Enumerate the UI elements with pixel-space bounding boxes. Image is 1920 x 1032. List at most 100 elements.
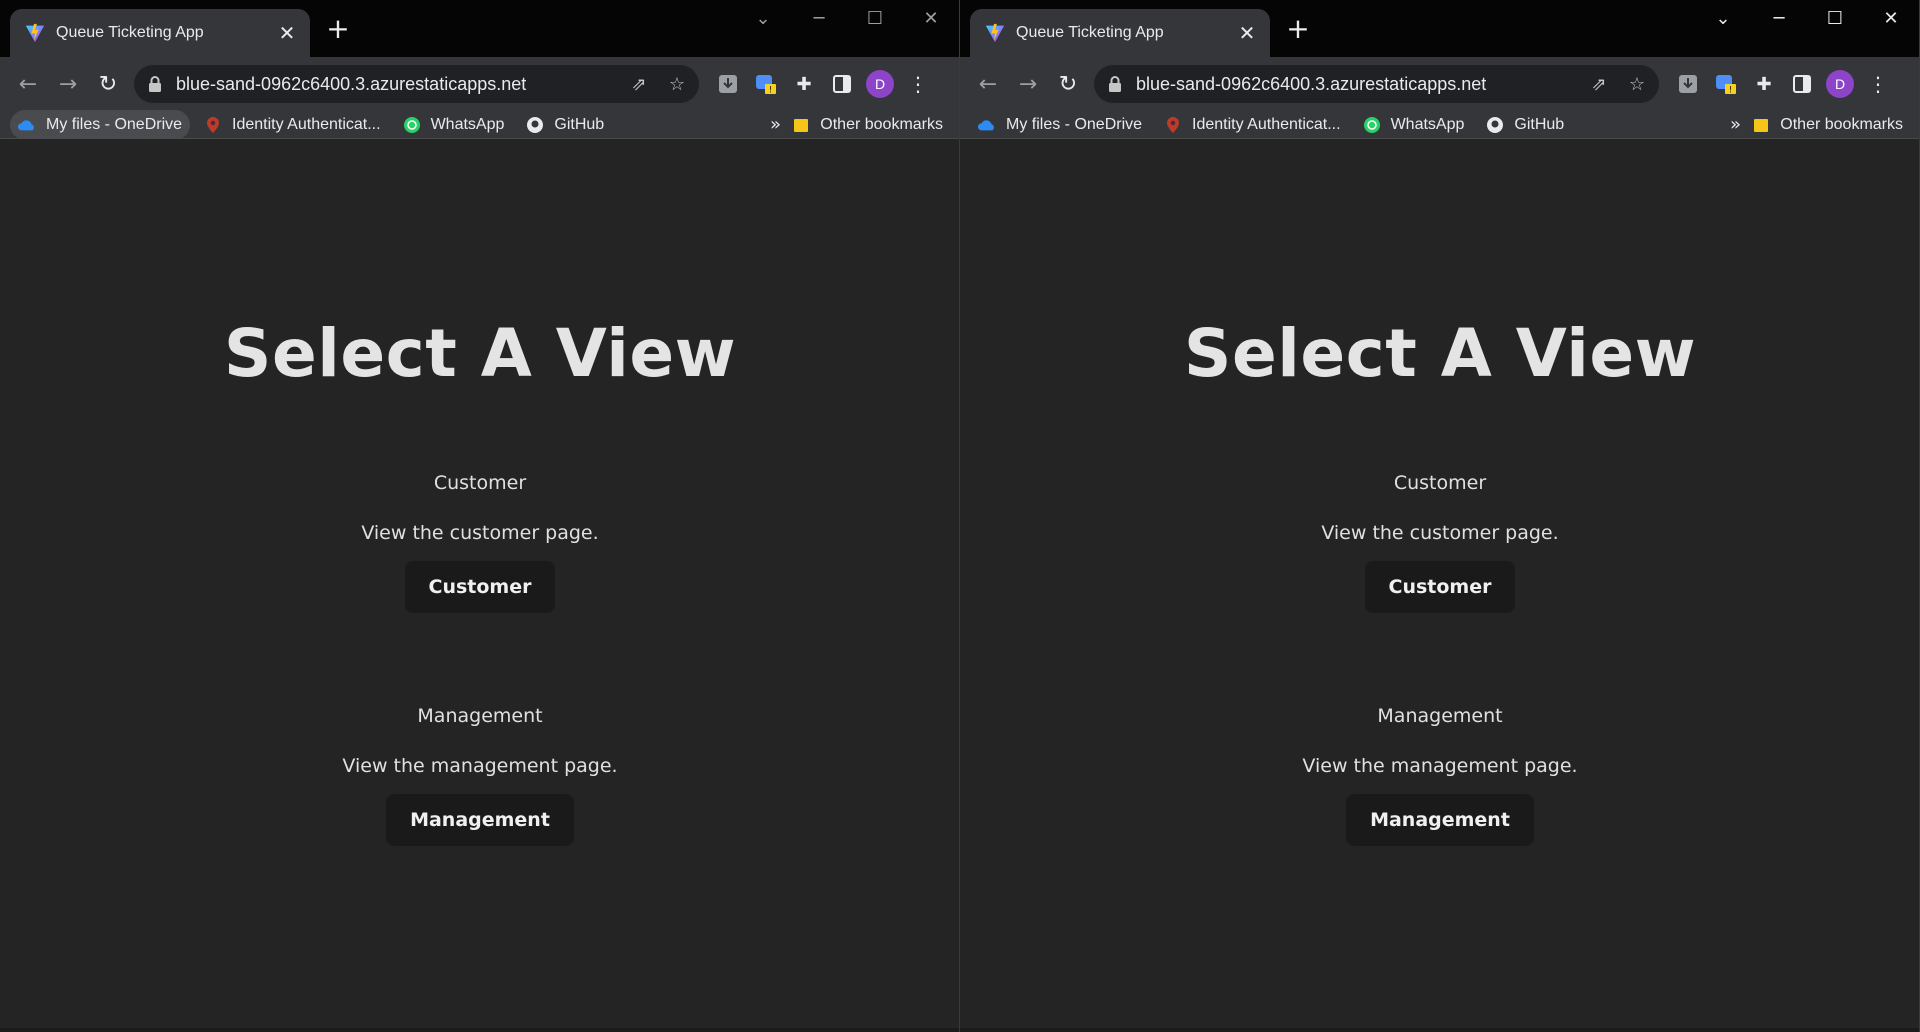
maximize-icon[interactable]: ☐: [847, 0, 903, 36]
share-icon[interactable]: ⇗: [1587, 72, 1611, 96]
bookmark-whatsapp[interactable]: WhatsApp: [1355, 110, 1473, 140]
tab-close-icon[interactable]: ✕: [276, 21, 298, 45]
customer-section: Customer View the customer page. Custome…: [960, 472, 1919, 613]
address-bar[interactable]: blue-sand-0962c6400.3.azurestaticapps.ne…: [134, 65, 699, 103]
bookmark-label: GitHub: [554, 115, 605, 133]
section-description: View the management page.: [342, 755, 618, 777]
window-controls: ⌄ ─ ☐ ✕: [735, 0, 959, 36]
whatsapp-icon: [403, 116, 421, 134]
customer-section: Customer View the customer page. Custome…: [0, 472, 959, 613]
extension-translate-icon[interactable]: !: [1712, 70, 1740, 98]
section-heading: Management: [417, 705, 543, 727]
bookmark-label: Identity Authenticat...: [1192, 115, 1341, 133]
bookmark-star-icon[interactable]: ☆: [1625, 72, 1649, 96]
kebab-menu-icon[interactable]: ⋮: [1864, 70, 1892, 98]
page-content: Select A View Customer View the customer…: [0, 139, 959, 1032]
tab-close-icon[interactable]: ✕: [1236, 21, 1258, 45]
github-icon: [526, 116, 544, 134]
profile-avatar[interactable]: D: [1826, 70, 1854, 98]
vite-logo-icon: [25, 23, 45, 43]
bookmarks-bar: My files - OneDrive Identity Authenticat…: [0, 109, 959, 140]
other-bookmarks[interactable]: Other bookmarks: [1744, 110, 1911, 140]
profile-avatar[interactable]: D: [866, 70, 894, 98]
minimize-icon[interactable]: ─: [1751, 0, 1807, 36]
url-text: blue-sand-0962c6400.3.azurestaticapps.ne…: [176, 73, 527, 94]
bookmark-label: My files - OneDrive: [46, 115, 183, 133]
bookmark-star-icon[interactable]: ☆: [665, 72, 689, 96]
close-window-icon[interactable]: ✕: [903, 0, 959, 36]
tab-search-icon[interactable]: ⌄: [735, 0, 791, 36]
address-bar[interactable]: blue-sand-0962c6400.3.azurestaticapps.ne…: [1094, 65, 1659, 103]
whatsapp-icon: [1363, 116, 1381, 134]
extension-download-icon[interactable]: [714, 70, 742, 98]
back-arrow-icon[interactable]: ←: [970, 66, 1006, 102]
bookmarks-overflow-icon[interactable]: »: [1730, 114, 1741, 135]
close-window-icon[interactable]: ✕: [1863, 0, 1919, 36]
tab-title: Queue Ticketing App: [1016, 24, 1164, 41]
back-arrow-icon[interactable]: ←: [10, 66, 46, 102]
bookmark-whatsapp[interactable]: WhatsApp: [395, 110, 513, 140]
tab-queue-ticketing[interactable]: Queue Ticketing App ✕: [970, 9, 1270, 57]
page-content: Select A View Customer View the customer…: [960, 139, 1919, 1032]
bookmark-github[interactable]: GitHub: [1478, 110, 1572, 140]
reload-icon[interactable]: ↻: [90, 66, 126, 102]
new-tab-button[interactable]: +: [1282, 14, 1314, 46]
tab-queue-ticketing[interactable]: Queue Ticketing App ✕: [10, 9, 310, 57]
puzzle-extensions-icon[interactable]: ✚: [1750, 70, 1778, 98]
onedrive-icon: [18, 116, 36, 134]
tab-strip: Queue Ticketing App ✕ + ⌄ ─ ☐ ✕: [0, 0, 959, 57]
bookmark-identity[interactable]: Identity Authenticat...: [196, 110, 389, 140]
bookmark-onedrive[interactable]: My files - OneDrive: [970, 110, 1150, 140]
section-heading: Customer: [433, 472, 527, 494]
extension-badge: !: [769, 86, 773, 96]
share-icon[interactable]: ⇗: [627, 72, 651, 96]
lock-icon: [1109, 76, 1121, 92]
bookmarks-bar: My files - OneDrive Identity Authenticat…: [960, 111, 1919, 139]
browser-window-left: Queue Ticketing App ✕ + ⌄ ─ ☐ ✕ ← → ↻ bl…: [0, 0, 960, 1032]
bookmark-github[interactable]: GitHub: [518, 110, 612, 140]
other-bookmarks-label: Other bookmarks: [820, 115, 943, 133]
browser-window-right: Queue Ticketing App ✕ + ⌄ ─ ☐ ✕ ← → ↻ bl…: [960, 0, 1920, 1032]
taskbar-edge: [0, 1028, 959, 1032]
forward-arrow-icon[interactable]: →: [50, 66, 86, 102]
forward-arrow-icon[interactable]: →: [1010, 66, 1046, 102]
bookmark-identity[interactable]: Identity Authenticat...: [1156, 110, 1349, 140]
tab-search-icon[interactable]: ⌄: [1695, 0, 1751, 36]
onedrive-icon: [978, 116, 996, 134]
management-button[interactable]: Management: [386, 794, 574, 846]
customer-button[interactable]: Customer: [404, 561, 556, 613]
extensions-area: ! ✚ D ⋮: [1669, 70, 1897, 98]
section-description: View the customer page.: [361, 522, 599, 544]
side-panel-icon[interactable]: [1788, 70, 1816, 98]
customer-button[interactable]: Customer: [1364, 561, 1516, 613]
vite-logo-icon: [985, 23, 1005, 43]
section-description: View the customer page.: [1321, 522, 1559, 544]
other-bookmarks[interactable]: Other bookmarks: [784, 110, 951, 140]
tab-strip: Queue Ticketing App ✕ + ⌄ ─ ☐ ✕: [960, 0, 1919, 57]
browser-toolbar: ← → ↻ blue-sand-0962c6400.3.azurestatica…: [960, 57, 1919, 111]
maximize-icon[interactable]: ☐: [1807, 0, 1863, 36]
avatar-letter: D: [1826, 70, 1854, 98]
extension-translate-icon[interactable]: !: [752, 70, 780, 98]
window-controls: ⌄ ─ ☐ ✕: [1695, 0, 1919, 36]
taskbar-edge: [960, 1028, 1919, 1032]
browser-toolbar: ← → ↻ blue-sand-0962c6400.3.azurestatica…: [0, 57, 959, 111]
bookmark-label: GitHub: [1514, 115, 1565, 133]
new-tab-button[interactable]: +: [322, 14, 354, 46]
bookmark-label: My files - OneDrive: [1006, 115, 1143, 133]
management-section: Management View the management page. Man…: [0, 705, 959, 846]
folder-icon: [1752, 116, 1770, 134]
puzzle-extensions-icon[interactable]: ✚: [790, 70, 818, 98]
bookmarks-overflow-icon[interactable]: »: [770, 114, 781, 135]
management-button[interactable]: Management: [1346, 794, 1534, 846]
minimize-icon[interactable]: ─: [791, 0, 847, 36]
page-title: Select A View: [1183, 315, 1697, 392]
side-panel-icon[interactable]: [828, 70, 856, 98]
reload-icon[interactable]: ↻: [1050, 66, 1086, 102]
url-text: blue-sand-0962c6400.3.azurestaticapps.ne…: [1136, 73, 1487, 94]
bookmark-onedrive[interactable]: My files - OneDrive: [10, 109, 191, 140]
lock-icon: [149, 76, 161, 92]
kebab-menu-icon[interactable]: ⋮: [904, 70, 932, 98]
extension-download-icon[interactable]: [1674, 70, 1702, 98]
bookmark-label: WhatsApp: [1390, 115, 1465, 133]
